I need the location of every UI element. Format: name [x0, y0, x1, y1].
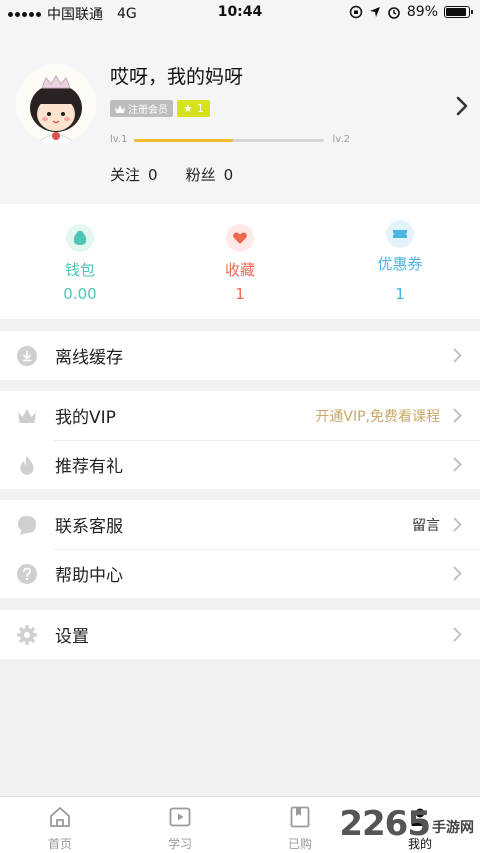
- chevron-right-icon: [453, 566, 462, 581]
- play-icon: [169, 807, 191, 827]
- tab-mine[interactable]: 我的: [360, 797, 480, 853]
- alarm-icon: [388, 7, 400, 19]
- battery-fill: [446, 8, 466, 16]
- level-progress: lv.1 lv.2: [110, 134, 350, 148]
- menu-item-settings[interactable]: 设置: [0, 610, 480, 659]
- customer-service-label: 联系客服: [55, 517, 123, 537]
- level-progress-track: [134, 139, 324, 142]
- tab-home-label: 首页: [47, 837, 72, 851]
- coupon-icon: [386, 220, 414, 248]
- coupons-label: 优惠券: [377, 255, 423, 273]
- favorites-stat[interactable]: 收藏 1: [160, 204, 320, 319]
- crown-small-icon: [115, 104, 125, 113]
- coupon-glyph: [393, 230, 407, 238]
- level-start-label: lv.1: [110, 134, 128, 145]
- location-icon: [369, 7, 380, 17]
- download-icon: [17, 346, 37, 366]
- coupons-stat[interactable]: 优惠券 1: [320, 204, 480, 319]
- menu-group-vip: 我的VIP 开通VIP,免费看课程 推荐有礼: [0, 391, 480, 489]
- following-label: 关注: [110, 166, 141, 184]
- username: 哎呀，我的妈呀: [110, 66, 244, 88]
- level-badge-value: 1: [196, 102, 204, 115]
- profile-header[interactable]: 哎呀，我的妈呀 注册会员 ★ 1 lv.1 lv.2 关注 0 粉丝 0: [0, 26, 480, 204]
- menu-item-my-vip[interactable]: 我的VIP 开通VIP,免费看课程: [0, 391, 480, 440]
- wallet-icon: [66, 224, 94, 252]
- bookmark-icon: [290, 806, 310, 828]
- wallet-stat[interactable]: 钱包 0.00: [0, 204, 160, 319]
- user-icon: [411, 808, 429, 826]
- coupons-value: 1: [395, 285, 405, 303]
- member-badge: 注册会员: [110, 100, 173, 117]
- battery-icon: [444, 6, 473, 18]
- fans-stat[interactable]: 粉丝 0: [186, 164, 234, 185]
- follow-stats: 关注 0 粉丝 0: [110, 164, 233, 185]
- tab-home[interactable]: 首页: [0, 797, 120, 853]
- level-end-label: lv.2: [332, 134, 350, 145]
- crown-icon: [18, 409, 36, 423]
- wallet-label: 钱包: [64, 261, 95, 279]
- star-icon: ★: [183, 102, 193, 115]
- chevron-right-icon: [453, 517, 462, 532]
- chevron-right-icon: [453, 627, 462, 642]
- home-icon: [50, 807, 70, 827]
- help-icon: [17, 564, 37, 584]
- menu-group-support: 联系客服 留言 帮助中心: [0, 500, 480, 598]
- fans-count: 0: [223, 166, 234, 184]
- chevron-right-icon: [453, 457, 462, 472]
- avatar-image: [16, 64, 96, 144]
- settings-label: 设置: [55, 627, 89, 647]
- following-stat[interactable]: 关注 0: [110, 164, 158, 185]
- status-bar: 中国联通 4G 10:44 89%: [0, 0, 480, 26]
- bottom-tab-bar: 首页 学习 已购 我的: [0, 796, 480, 853]
- member-badge-label: 注册会员: [128, 105, 168, 116]
- heart-icon: [226, 224, 254, 252]
- favorites-value: 1: [235, 285, 245, 303]
- my-vip-label: 我的VIP: [55, 408, 116, 428]
- menu-item-help-center[interactable]: 帮助中心: [0, 549, 480, 598]
- menu-group-cache: 离线缓存: [0, 331, 480, 380]
- gear-icon: [17, 625, 37, 645]
- help-center-label: 帮助中心: [55, 566, 123, 586]
- chat-icon: [18, 516, 36, 535]
- tab-study-label: 学习: [167, 837, 192, 851]
- favorites-label: 收藏: [224, 261, 255, 279]
- heart-glyph: [233, 232, 247, 244]
- flame-icon: [20, 456, 34, 475]
- battery-percent: 89%: [406, 4, 438, 20]
- wallet-value: 0.00: [63, 285, 97, 303]
- following-count: 0: [148, 166, 158, 184]
- tab-mine-label: 我的: [407, 837, 432, 851]
- customer-service-hint: 留言: [412, 517, 440, 534]
- status-right: 89%: [349, 4, 473, 20]
- menu-group-settings: 设置: [0, 610, 480, 659]
- menu-item-offline-cache[interactable]: 离线缓存: [0, 331, 480, 380]
- chevron-right-icon: [453, 408, 462, 423]
- level-badge: ★ 1: [177, 100, 210, 117]
- fans-label: 粉丝: [185, 166, 216, 184]
- vip-hint: 开通VIP,免费看课程: [315, 408, 440, 425]
- menu-item-customer-service[interactable]: 联系客服 留言: [0, 500, 480, 549]
- menu-item-referral[interactable]: 推荐有礼: [0, 440, 480, 489]
- chevron-right-icon: [453, 348, 462, 363]
- offline-cache-label: 离线缓存: [55, 348, 123, 368]
- account-stats: 钱包 0.00 收藏 1 优惠券 1: [0, 204, 480, 319]
- rotation-lock-icon: [349, 5, 363, 19]
- tab-study[interactable]: 学习: [120, 797, 240, 853]
- user-badges: 注册会员 ★ 1: [110, 100, 210, 117]
- level-progress-fill: [134, 139, 233, 142]
- wallet-glyph: [73, 231, 87, 245]
- tab-purchased[interactable]: 已购: [240, 797, 360, 853]
- tab-purchased-label: 已购: [287, 837, 312, 851]
- avatar[interactable]: [16, 64, 96, 144]
- profile-chevron-right-icon[interactable]: [456, 96, 468, 116]
- referral-label: 推荐有礼: [55, 457, 123, 477]
